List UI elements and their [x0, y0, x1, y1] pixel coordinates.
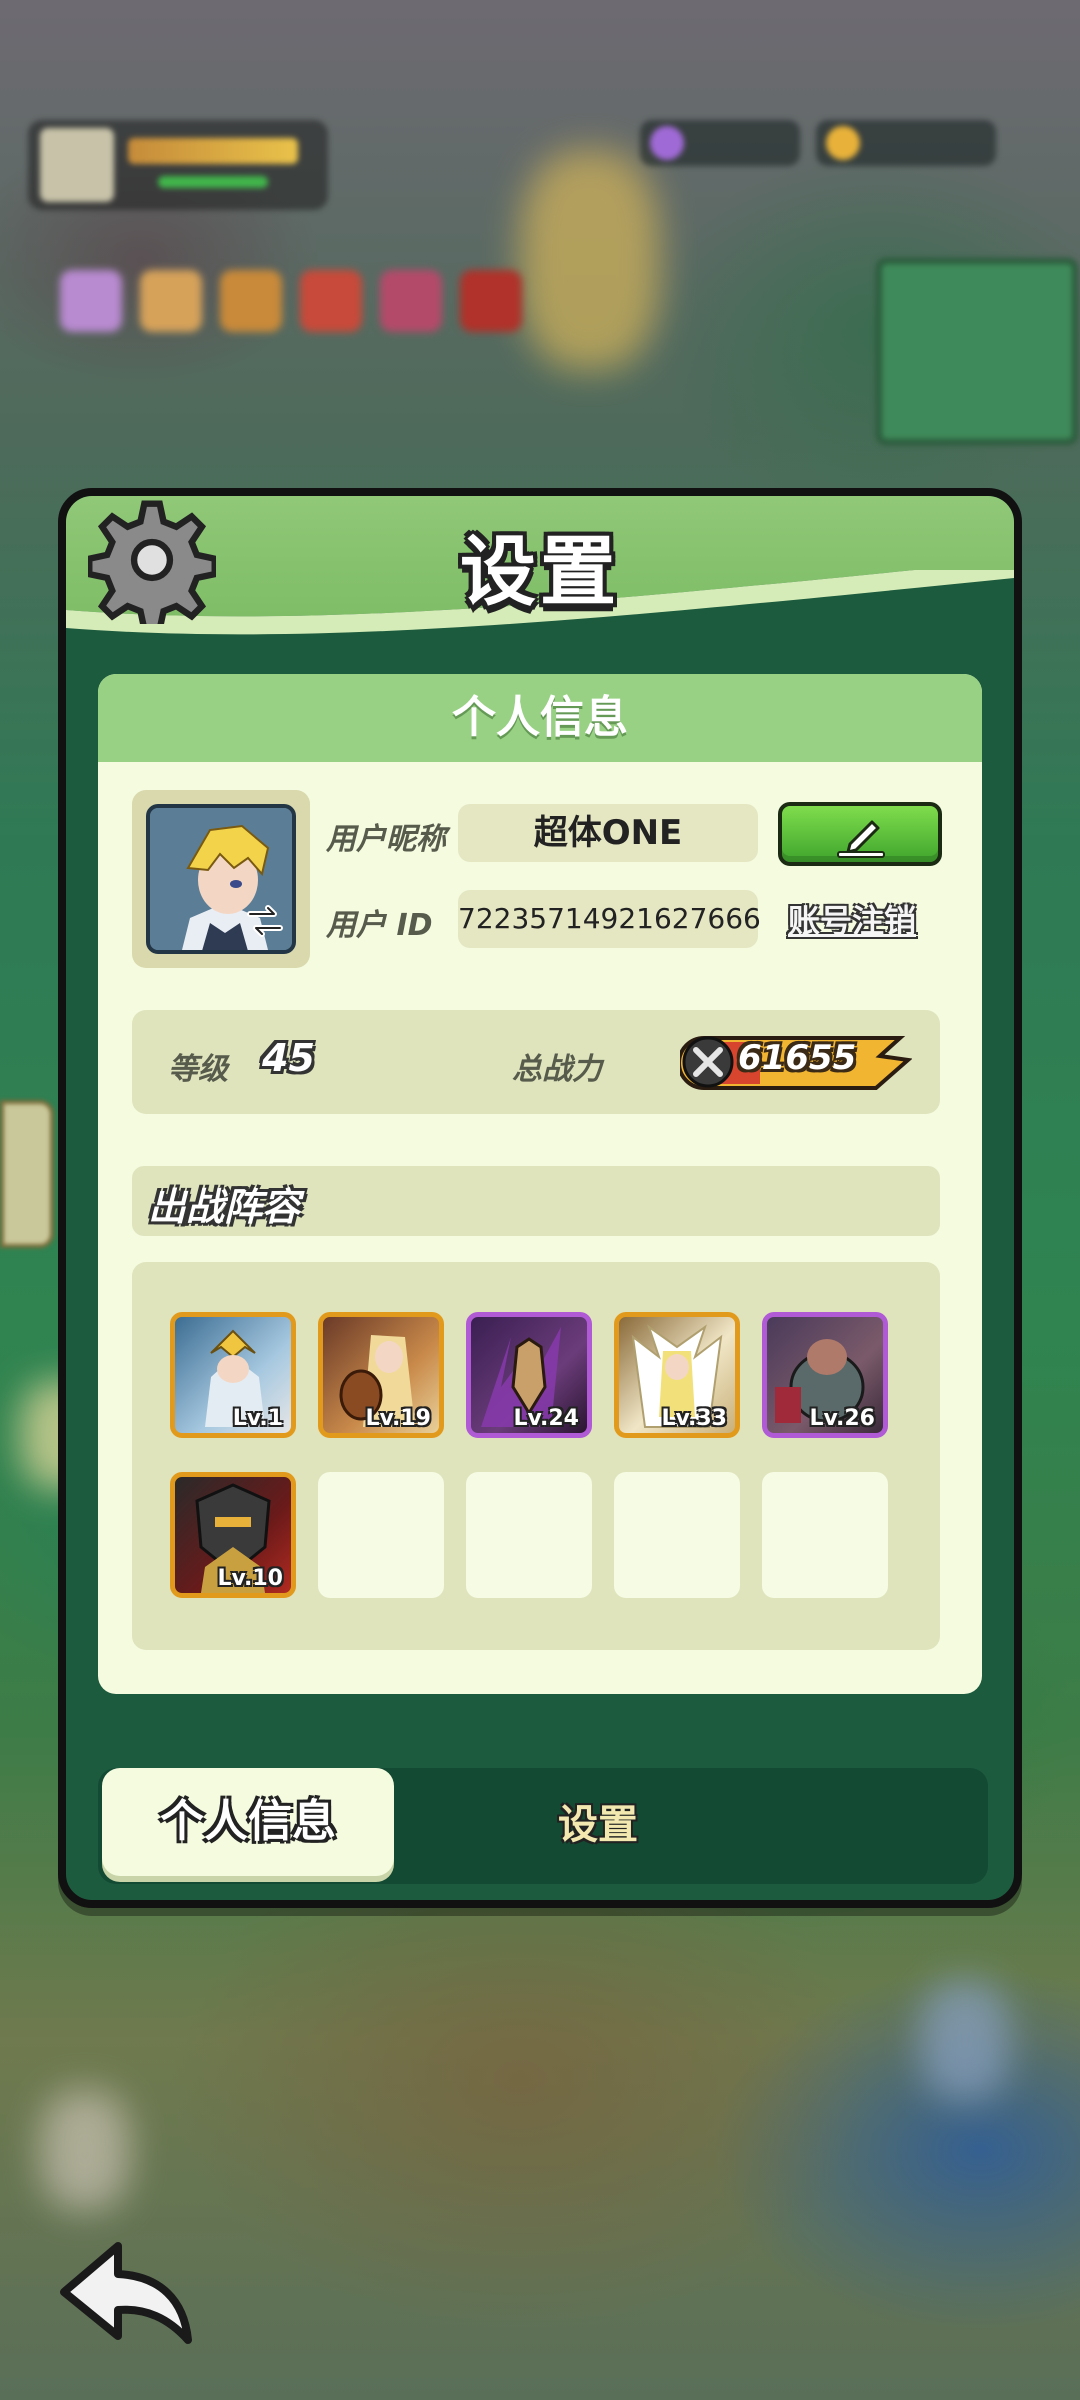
background-tree [520, 150, 660, 370]
tab-profile[interactable]: 个人信息 [102, 1768, 394, 1876]
profile-section-title: 个人信息 [98, 674, 982, 762]
hero-slot[interactable]: Lv.10 [170, 1472, 296, 1598]
tab-bar: 个人信息 设置 [98, 1768, 988, 1884]
panel-title: 设置 [460, 527, 620, 616]
hero-slot[interactable]: Lv.33 [614, 1312, 740, 1438]
nickname-field: 超体ONE [458, 804, 758, 862]
hero-level: Lv.10 [217, 1566, 283, 1591]
lineup-header: 出战阵容 [132, 1166, 940, 1236]
lineup-title: 出战阵容 [148, 1185, 301, 1229]
hero-level: Lv.19 [365, 1406, 431, 1431]
panel-header: 设置 [66, 496, 1014, 680]
nickname-label: 用户昵称 [326, 822, 446, 857]
empty-hero-slot[interactable] [318, 1472, 444, 1598]
empty-hero-slot[interactable] [466, 1472, 592, 1598]
cancel-account-link[interactable]: 账号注销 [788, 896, 916, 942]
avatar-frame[interactable] [132, 790, 310, 968]
stats-bar: 等级 45 总战力 61655 [132, 1010, 940, 1114]
player-hud [28, 120, 328, 210]
pencil-icon [837, 820, 885, 858]
lineup-grid: Lv.1 Lv.19 Lv.24 Lv.33 Lv.26 Lv.10 [132, 1262, 940, 1650]
edit-nickname-button[interactable] [778, 802, 942, 866]
hero-level: Lv.1 [232, 1406, 283, 1431]
power-value: 61655 [738, 1038, 857, 1078]
back-arrow-icon[interactable] [56, 2236, 196, 2346]
empty-hero-slot[interactable] [762, 1472, 888, 1598]
power-badge: 61655 [680, 1034, 912, 1090]
avatar[interactable] [146, 804, 296, 954]
empty-hero-slot[interactable] [614, 1472, 740, 1598]
hero-slot[interactable]: Lv.19 [318, 1312, 444, 1438]
hero-level: Lv.26 [809, 1406, 875, 1431]
settings-panel: 设置 个人信息 用户昵称 超体ONE 用户 ID 722357149216276… [58, 488, 1022, 1908]
hero-slot[interactable]: Lv.26 [762, 1312, 888, 1438]
power-label: 总战力 [512, 1052, 602, 1087]
user-id-field: 72235714921627666 [458, 890, 761, 948]
user-id-label: 用户 ID [326, 908, 433, 943]
background-object [920, 1980, 1010, 2100]
gold-counter [816, 120, 996, 166]
level-value: 45 [262, 1036, 315, 1080]
gem-counter [640, 120, 800, 166]
hero-level: Lv.33 [661, 1406, 727, 1431]
minimap [876, 258, 1078, 445]
background-object [40, 2090, 130, 2210]
profile-card: 个人信息 用户昵称 超体ONE 用户 ID 72235714921627666 … [98, 674, 982, 1694]
swap-avatar-icon[interactable] [242, 898, 288, 944]
tab-settings[interactable]: 设置 [498, 1790, 698, 1860]
hero-level: Lv.24 [513, 1406, 579, 1431]
hero-slot[interactable]: Lv.1 [170, 1312, 296, 1438]
hud-shortcut-icons [60, 270, 522, 332]
hero-slot[interactable]: Lv.24 [466, 1312, 592, 1438]
level-label: 等级 [168, 1052, 228, 1087]
side-tab [0, 1100, 54, 1248]
